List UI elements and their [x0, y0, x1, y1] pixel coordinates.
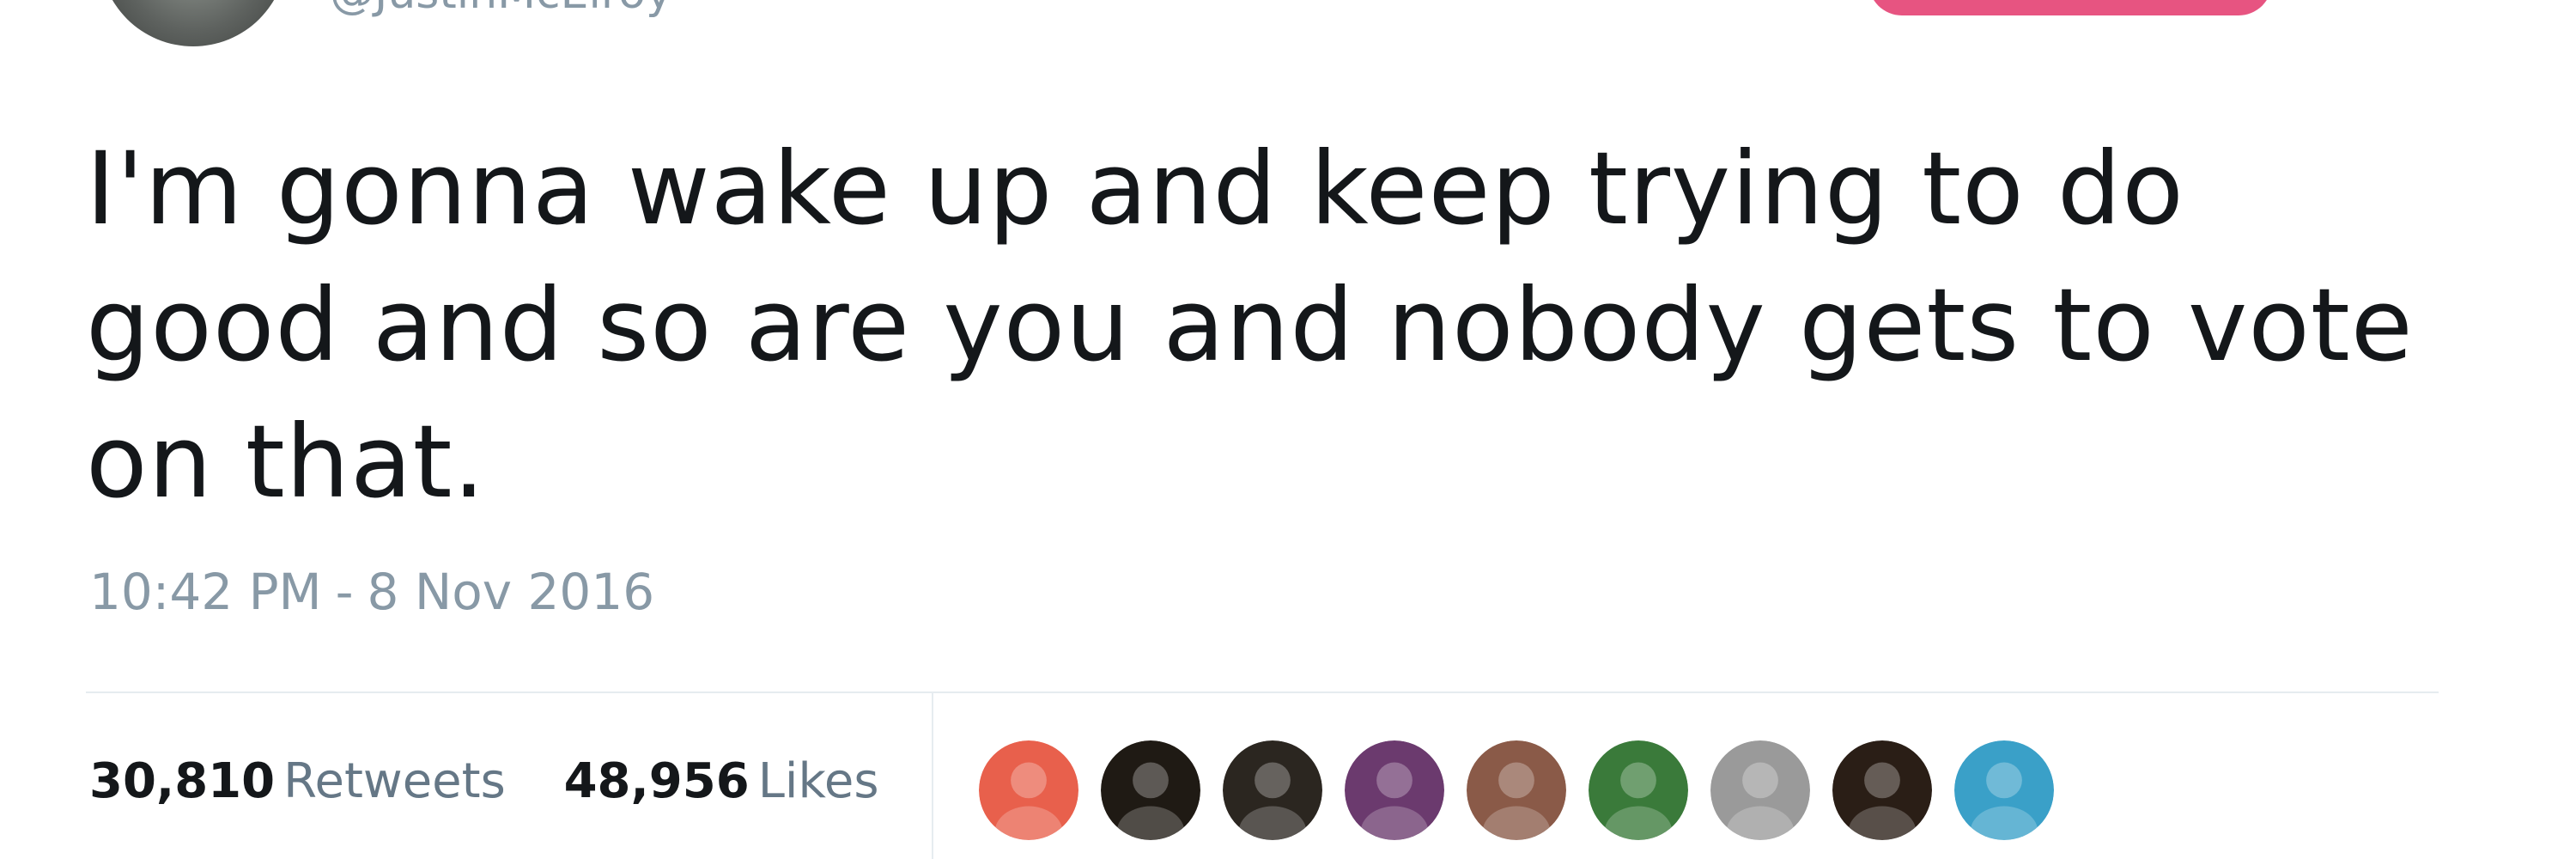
liker-avatars	[979, 740, 2076, 842]
liker-avatar[interactable]	[1710, 740, 1810, 840]
follow-button[interactable]	[1868, 0, 2272, 15]
user-avatar-icon	[1710, 740, 1810, 840]
liker-avatar[interactable]	[1101, 740, 1200, 840]
liker-avatar[interactable]	[1589, 740, 1688, 840]
liker-avatar[interactable]	[1832, 740, 1932, 840]
tweet-date[interactable]: 8 Nov 2016	[368, 563, 655, 621]
tweet-stats: 30,810 Retweets 48,956 Likes	[89, 758, 922, 806]
user-avatar-icon	[1589, 740, 1688, 840]
likes-label: Likes	[757, 753, 879, 809]
user-avatar-icon	[1954, 740, 2054, 840]
liker-avatar[interactable]	[1345, 740, 1444, 840]
user-avatar-icon	[1223, 740, 1322, 840]
user-avatar-icon	[1832, 740, 1932, 840]
liker-avatar[interactable]	[979, 740, 1078, 840]
timestamp-separator: -	[335, 563, 354, 621]
stats-divider	[86, 691, 2439, 693]
author-avatar[interactable]	[100, 0, 287, 46]
liker-avatar[interactable]	[1467, 740, 1566, 840]
user-avatar-icon	[979, 740, 1078, 840]
retweets-stat[interactable]: 30,810 Retweets	[89, 758, 506, 806]
user-avatar-icon	[1101, 740, 1200, 840]
stats-vertical-divider	[932, 691, 933, 859]
retweets-count: 30,810	[89, 753, 276, 809]
user-avatar-icon	[1467, 740, 1566, 840]
likes-count: 48,956	[563, 753, 750, 809]
user-avatar-icon	[1345, 740, 1444, 840]
liker-avatar[interactable]	[1954, 740, 2054, 840]
tweet-text: I'm gonna wake up and keep trying to do …	[86, 130, 2414, 521]
retweets-label: Retweets	[283, 753, 506, 809]
tweet-timestamp[interactable]: 10:42 PM -8 Nov 2016	[89, 567, 654, 617]
liker-avatar[interactable]	[1223, 740, 1322, 840]
likes-stat[interactable]: 48,956 Likes	[564, 758, 879, 806]
author-handle[interactable]: @JustinMcElroy	[330, 0, 672, 15]
tweet-time[interactable]: 10:42 PM	[89, 563, 322, 621]
